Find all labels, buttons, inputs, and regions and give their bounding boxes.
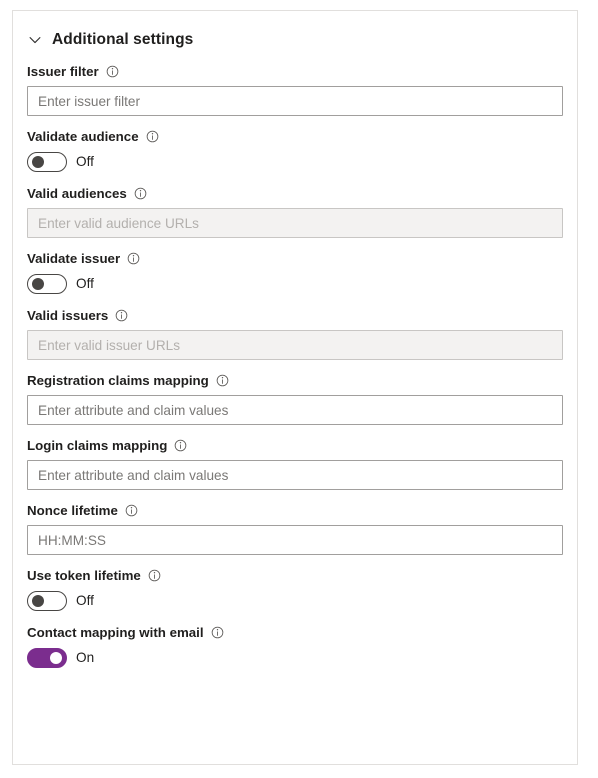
input-nonce-lifetime[interactable] (27, 525, 563, 555)
toggle-row-validate-issuer: Off (27, 273, 563, 295)
toggle-state-label-validate-audience: Off (76, 154, 94, 169)
field-label-row: Valid issuers (27, 307, 563, 324)
info-icon-validate-issuer[interactable] (127, 252, 140, 265)
label-registration-claims-mapping: Registration claims mapping (27, 373, 209, 388)
field-label-row: Registration claims mapping (27, 372, 563, 389)
label-use-token-lifetime: Use token lifetime (27, 568, 141, 583)
info-icon-nonce-lifetime[interactable] (125, 504, 138, 517)
field-label-row: Valid audiences (27, 185, 563, 202)
input-valid-issuers (27, 330, 563, 360)
label-login-claims-mapping: Login claims mapping (27, 438, 168, 453)
settings-field-list: Issuer filter Validate audience Off Valid a… (27, 63, 563, 669)
toggle-knob (32, 595, 44, 607)
info-icon-valid-issuers[interactable] (115, 309, 128, 322)
toggle-row-validate-audience: Off (27, 151, 563, 173)
field-contact-mapping-with-email: Contact mapping with email On (27, 624, 563, 669)
info-icon-issuer-filter[interactable] (106, 65, 119, 78)
field-label-row: Issuer filter (27, 63, 563, 80)
additional-settings-header[interactable]: Additional settings (28, 25, 563, 55)
input-login-claims-mapping[interactable] (27, 460, 563, 490)
label-valid-issuers: Valid issuers (27, 308, 109, 323)
label-contact-mapping-with-email: Contact mapping with email (27, 625, 204, 640)
field-nonce-lifetime: Nonce lifetime (27, 502, 563, 555)
field-label-row: Contact mapping with email (27, 624, 563, 641)
info-icon-valid-audiences[interactable] (134, 187, 147, 200)
toggle-knob (50, 652, 62, 664)
field-label-row: Login claims mapping (27, 437, 563, 454)
field-label-row: Use token lifetime (27, 567, 563, 584)
field-label-row: Validate issuer (27, 250, 563, 267)
field-registration-claims-mapping: Registration claims mapping (27, 372, 563, 425)
info-icon-registration-claims-mapping[interactable] (216, 374, 229, 387)
input-issuer-filter[interactable] (27, 86, 563, 116)
field-label-row: Nonce lifetime (27, 502, 563, 519)
field-issuer-filter: Issuer filter (27, 63, 563, 116)
label-issuer-filter: Issuer filter (27, 64, 99, 79)
toggle-state-label-use-token-lifetime: Off (76, 593, 94, 608)
info-icon-use-token-lifetime[interactable] (148, 569, 161, 582)
toggle-knob (32, 278, 44, 290)
toggle-row-use-token-lifetime: Off (27, 590, 563, 612)
field-valid-audiences: Valid audiences (27, 185, 563, 238)
label-validate-audience: Validate audience (27, 129, 139, 144)
info-icon-login-claims-mapping[interactable] (174, 439, 187, 452)
label-valid-audiences: Valid audiences (27, 186, 127, 201)
info-icon-validate-audience[interactable] (146, 130, 159, 143)
toggle-knob (32, 156, 44, 168)
field-label-row: Validate audience (27, 128, 563, 145)
toggle-use-token-lifetime[interactable] (27, 591, 67, 611)
toggle-row-contact-mapping-with-email: On (27, 647, 563, 669)
additional-settings-panel: Additional settings Issuer filter Validat… (12, 10, 578, 765)
toggle-state-label-contact-mapping-with-email: On (76, 650, 95, 665)
info-icon-contact-mapping-with-email[interactable] (211, 626, 224, 639)
field-valid-issuers: Valid issuers (27, 307, 563, 360)
toggle-validate-audience[interactable] (27, 152, 67, 172)
input-valid-audiences (27, 208, 563, 238)
toggle-contact-mapping-with-email[interactable] (27, 648, 67, 668)
toggle-state-label-validate-issuer: Off (76, 276, 94, 291)
field-validate-issuer: Validate issuer Off (27, 250, 563, 295)
input-registration-claims-mapping[interactable] (27, 395, 563, 425)
toggle-validate-issuer[interactable] (27, 274, 67, 294)
chevron-down-icon[interactable] (28, 33, 42, 47)
field-use-token-lifetime: Use token lifetime Off (27, 567, 563, 612)
field-login-claims-mapping: Login claims mapping (27, 437, 563, 490)
field-validate-audience: Validate audience Off (27, 128, 563, 173)
label-nonce-lifetime: Nonce lifetime (27, 503, 118, 518)
label-validate-issuer: Validate issuer (27, 251, 121, 266)
page-title: Additional settings (52, 31, 194, 49)
